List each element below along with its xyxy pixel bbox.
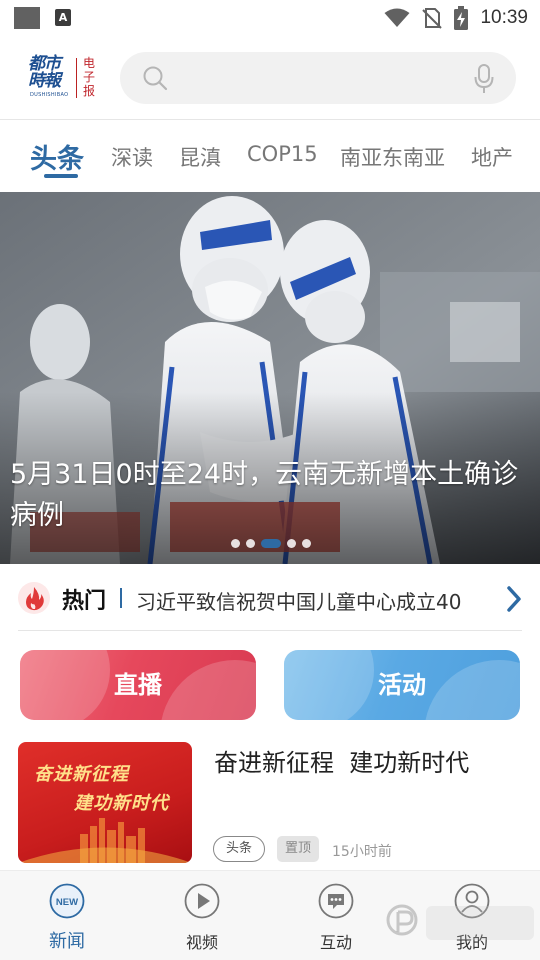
activity-button[interactable]: 活动 [284, 650, 520, 720]
category-tabs: 头条 深读 昆滇 COP15 南亚东南亚 地产 [0, 122, 540, 190]
status-bar: A 10:39 [0, 0, 540, 36]
tab-real-estate[interactable]: 地产 [471, 142, 513, 172]
carousel-dot-active[interactable] [261, 538, 281, 548]
news-timestamp: 15小时前 [332, 844, 392, 860]
hot-headline[interactable]: 习近平致信祝贺中国儿童中心成立40 [136, 586, 492, 615]
carousel-dot[interactable] [287, 538, 296, 548]
active-tab-indicator [44, 174, 78, 178]
nav-video-label: 视频 [185, 933, 218, 952]
news-thumbnail[interactable]: 奋进新征程 建功新时代 [18, 742, 192, 863]
app-logo[interactable]: 都市 時報 DUSHISHIBAO 电子报 [28, 56, 98, 104]
hero-banner[interactable]: 5月31日0时至24时，云南无新增本土确诊病例 [0, 192, 540, 564]
logo-line2: 時報 [28, 71, 61, 91]
tab-headlines[interactable]: 头条 [30, 137, 84, 176]
tab-kundian[interactable]: 昆滇 [179, 142, 221, 172]
status-indicators: 10:39 [384, 0, 528, 36]
chevron-right-icon[interactable] [506, 586, 522, 612]
live-button-label: 直播 [114, 671, 162, 699]
nav-news-label: 新闻 [49, 931, 85, 952]
notification-icon [14, 7, 40, 29]
carousel-dot[interactable] [246, 538, 255, 548]
no-sim-icon [422, 8, 443, 29]
logo-wordmark: 都市 時報 [28, 56, 66, 90]
divider [18, 630, 522, 631]
app-notification-icon: A [55, 9, 71, 26]
activity-button-label: 活动 [378, 671, 426, 699]
hot-label: 热门 [62, 589, 107, 614]
live-button[interactable]: 直播 [20, 650, 256, 720]
wifi-icon [384, 8, 410, 27]
carousel-dot[interactable] [231, 538, 240, 548]
nav-interact[interactable]: 互动 [291, 871, 381, 960]
thumbnail-line2: 建功新时代 [74, 793, 169, 814]
hero-title[interactable]: 5月31日0时至24时，云南无新增本土确诊病例 [10, 454, 535, 536]
thumbnail-line1: 奋进新征程 [34, 764, 129, 785]
pinned-badge: 置顶 [277, 836, 320, 862]
chat-icon [318, 883, 354, 919]
svg-text:NEW: NEW [56, 897, 78, 908]
battery-charging-icon [454, 6, 469, 30]
microphone-icon[interactable] [474, 64, 494, 94]
watermark-logo [386, 904, 534, 940]
nav-news[interactable]: NEW 新闻 [22, 871, 112, 960]
category-badge: 头条 [213, 836, 266, 862]
nav-video[interactable]: 视频 [157, 871, 247, 960]
fire-icon [18, 582, 50, 614]
hot-divider [120, 588, 122, 608]
logo-divider [76, 58, 77, 98]
search-icon [143, 66, 168, 91]
nav-interact-label: 互动 [319, 933, 352, 952]
tab-south-asia[interactable]: 南亚东南亚 [340, 142, 445, 172]
carousel-dot[interactable] [302, 538, 311, 548]
news-title[interactable]: 奋进新征程 建功新时代 [214, 746, 524, 780]
clock: 10:39 [480, 7, 528, 28]
news-icon: NEW [49, 883, 85, 919]
tab-cop15[interactable]: COP15 [247, 142, 318, 166]
play-icon [184, 883, 220, 919]
logo-roman: DUSHISHIBAO [30, 92, 69, 98]
hot-news-bar[interactable]: 热门 习近平致信祝贺中国儿童中心成立40 [0, 566, 540, 632]
carousel-dots [231, 538, 311, 548]
search-bar[interactable] [120, 52, 516, 104]
app-header: 都市 時報 DUSHISHIBAO 电子报 [0, 36, 540, 120]
tab-deep-read[interactable]: 深读 [111, 142, 153, 172]
logo-side-text: 电子报 [83, 56, 96, 98]
